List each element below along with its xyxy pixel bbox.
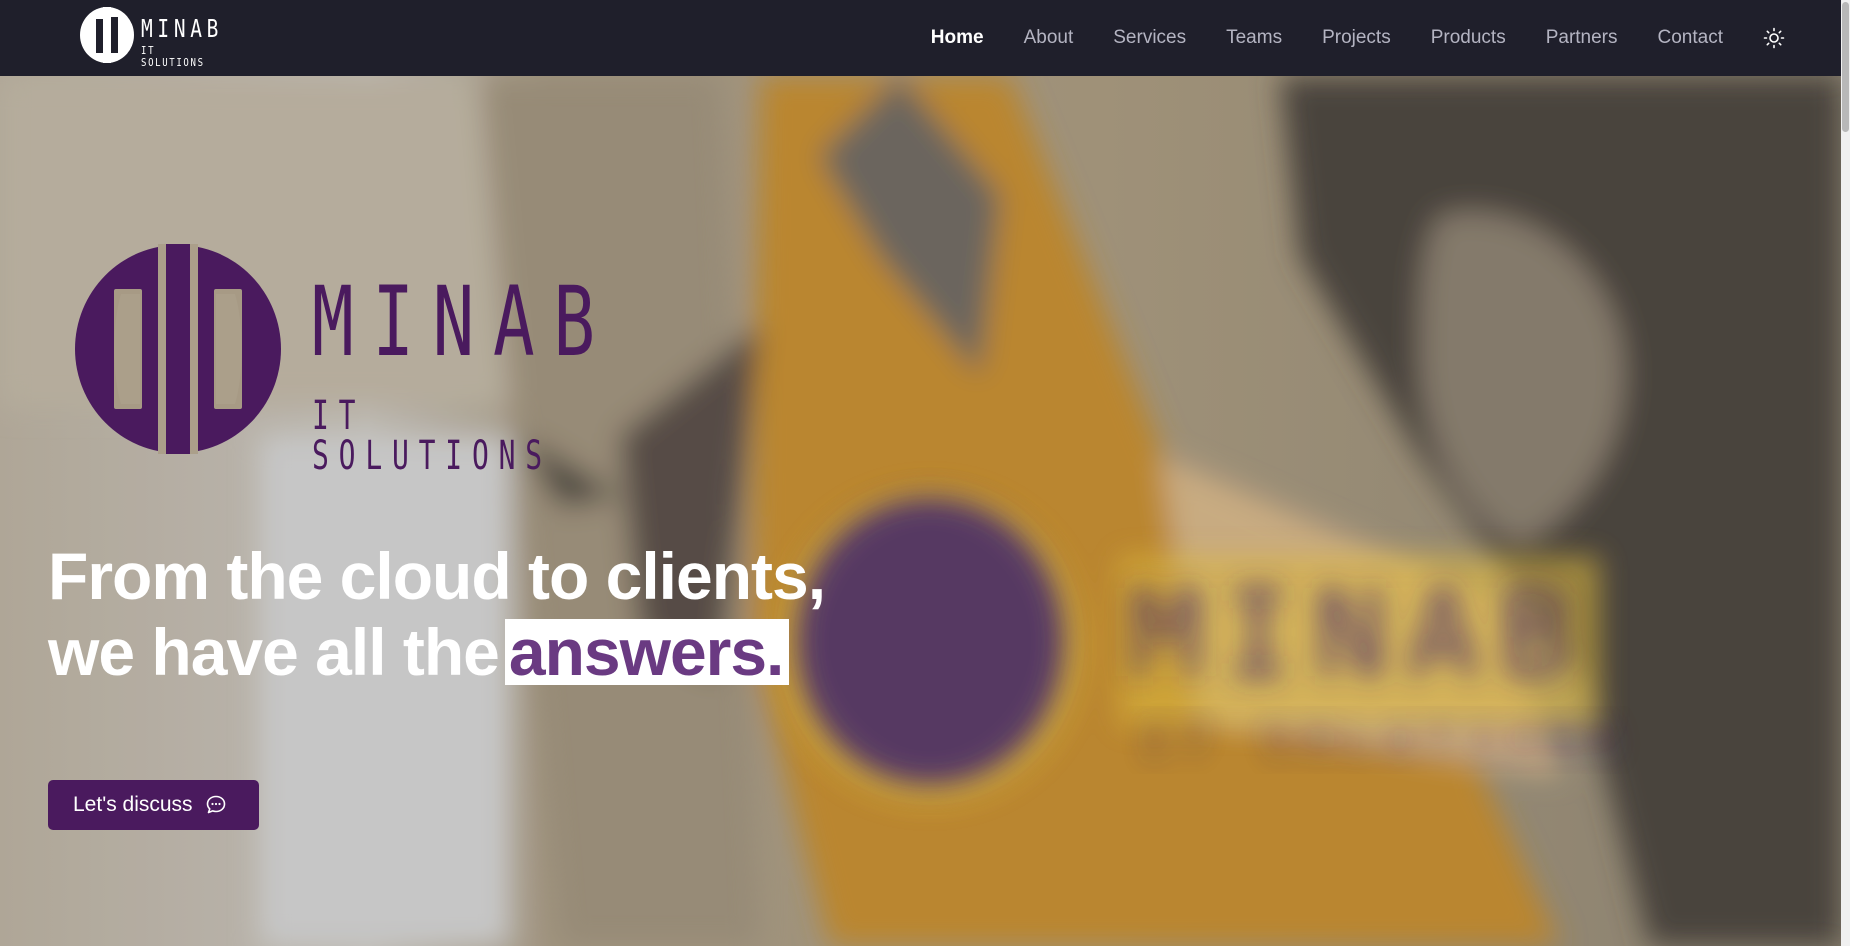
hero-brand-name: MINAB <box>312 266 614 378</box>
headline-line-2-text: we have all the <box>48 615 500 689</box>
hero-background-image: MINAB IT SOLUTIONS <box>0 76 1841 946</box>
hero-section: MINAB IT SOLUTIONS MINAB IT SOLUTIONS Fr… <box>0 76 1841 946</box>
nav-teams[interactable]: Teams <box>1226 27 1282 49</box>
hero-headline: From the cloud to clients, we have all t… <box>48 538 826 690</box>
nav-contact[interactable]: Contact <box>1658 27 1723 49</box>
nav-about[interactable]: About <box>1024 27 1074 49</box>
cta-label: Let's discuss <box>73 793 193 816</box>
scrollbar-thumb[interactable] <box>1842 2 1849 132</box>
hero-brand-tagline: IT SOLUTIONS <box>312 393 552 479</box>
nav-home[interactable]: Home <box>931 27 984 49</box>
top-navbar: MINAB IT SOLUTIONS Home About Services T… <box>0 0 1841 76</box>
headline-line-2: we have all the answers. <box>48 614 825 690</box>
page-scrollbar[interactable] <box>1841 0 1850 946</box>
nav-products[interactable]: Products <box>1431 27 1506 49</box>
headline-highlight: answers. <box>504 619 790 685</box>
hero-brand-logo: MINAB IT SOLUTIONS <box>74 244 634 476</box>
nav-partners[interactable]: Partners <box>1546 27 1618 49</box>
brand-logo[interactable]: MINAB IT SOLUTIONS <box>80 7 240 69</box>
nav-services[interactable]: Services <box>1113 27 1186 49</box>
headline-line-1: From the cloud to clients, <box>48 539 826 613</box>
lets-discuss-button[interactable]: Let's discuss <box>48 780 259 830</box>
nav-projects[interactable]: Projects <box>1322 27 1391 49</box>
hero-logo-mark <box>75 244 281 454</box>
sun-icon[interactable] <box>1763 27 1785 49</box>
brand-name: MINAB <box>141 14 224 43</box>
chat-bubble-icon <box>206 795 225 814</box>
main-nav: Home About Services Teams Projects Produ… <box>891 0 1785 76</box>
brand-logo-mark <box>80 7 134 63</box>
brand-tagline: IT SOLUTIONS <box>141 44 205 69</box>
